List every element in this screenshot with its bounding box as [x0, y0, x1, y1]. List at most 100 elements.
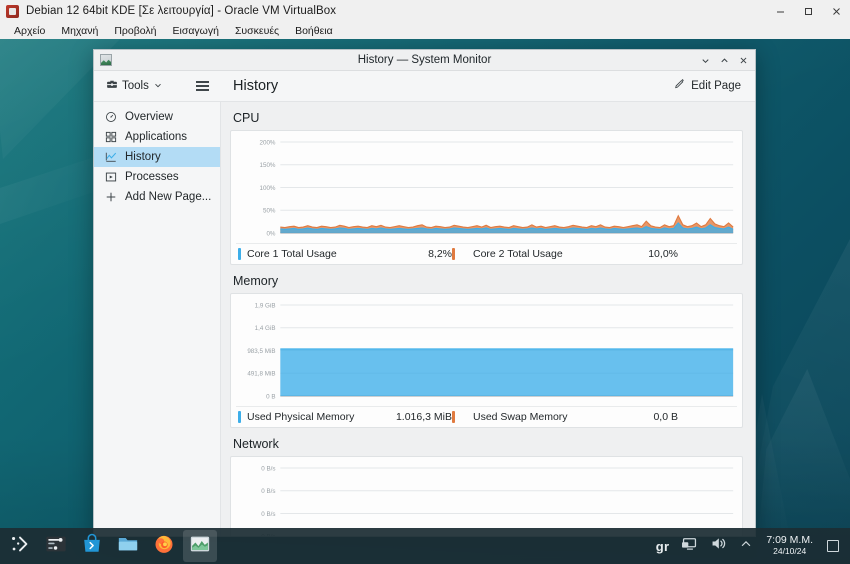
sidebar-item-add-new-page[interactable]: Add New Page... — [94, 187, 220, 207]
list-icon — [105, 171, 117, 183]
menu-item-devices[interactable]: Συσκευές — [227, 24, 287, 38]
pencil-icon — [674, 77, 686, 95]
taskbar-launchers — [0, 530, 218, 562]
series-area — [280, 349, 733, 396]
show-desktop-icon — [827, 540, 839, 552]
firefox-icon — [153, 533, 175, 560]
menu-item-machine[interactable]: Μηχανή — [53, 24, 106, 38]
tray-expand-button[interactable] — [733, 530, 759, 562]
system-monitor-icon — [189, 533, 211, 560]
legend-entry-core2: Core 2 Total Usage 10,0% — [452, 248, 678, 260]
clock[interactable]: 7:09 M.M. 24/10/24 — [759, 535, 820, 556]
sidebar-item-overview[interactable]: Overview — [94, 107, 220, 127]
sidebar-item-history[interactable]: History — [94, 147, 220, 167]
display-icon — [681, 535, 698, 557]
cpu-legend: Core 1 Total Usage 8,2% Core 2 Total Usa… — [236, 243, 737, 264]
system-tray: gr — [650, 530, 850, 562]
memory-legend: Used Physical Memory 1.016,3 MiB Used Sw… — [236, 406, 737, 427]
virtualbox-app-icon — [6, 5, 19, 18]
y-axis-tick-label: 50% — [263, 208, 276, 215]
virtualbox-close-button[interactable] — [822, 0, 850, 22]
virtualbox-minimize-button[interactable] — [766, 0, 794, 22]
file-manager-button[interactable] — [111, 530, 145, 562]
system-monitor-toolbar: Tools History — [94, 71, 755, 102]
volume-button[interactable] — [704, 530, 733, 562]
system-monitor-taskbar-button[interactable] — [183, 530, 217, 562]
sidebar-item-processes[interactable]: Processes — [94, 167, 220, 187]
system-monitor-app-icon — [100, 54, 112, 66]
legend-value: 8,2% — [382, 248, 452, 260]
y-axis-tick-label: 1,9 GiB — [255, 302, 276, 309]
y-axis-tick-label: 0% — [266, 230, 275, 237]
system-monitor-window-title: History — System Monitor — [94, 54, 755, 66]
cpu-card: 0%50%100%150%200% Core 1 Total Usage 8,2… — [230, 130, 743, 265]
display-button[interactable] — [675, 530, 704, 562]
legend-swatch — [452, 411, 455, 423]
toolbox-icon — [106, 77, 118, 95]
chevron-down-icon — [153, 77, 163, 95]
y-axis-tick-label: 983,5 MiB — [247, 348, 275, 355]
memory-graph-svg: 0 B 491,8 MiB 983,5 MiB 1,4 GiB 1,9 GiB — [236, 299, 737, 406]
sidebar-item-label: History — [125, 151, 161, 163]
y-axis-tick-label: 0 B — [266, 393, 275, 400]
sidebar-item-label: Applications — [125, 131, 187, 143]
menu-item-help[interactable]: Βοήθεια — [287, 24, 341, 38]
legend-value: 0,0 B — [598, 411, 678, 423]
software-store-icon — [81, 533, 103, 560]
cpu-graph: 0%50%100%150%200% — [236, 136, 737, 243]
sidebar-item-applications[interactable]: Applications — [94, 127, 220, 147]
chevron-up-icon — [739, 537, 753, 556]
plus-icon — [105, 191, 117, 203]
system-monitor-titlebar[interactable]: History — System Monitor — [94, 50, 755, 71]
network-graph-svg: 0 B/s0 B/s0 B/s0 B/s0 B/s — [236, 462, 737, 536]
minimize-button[interactable] — [696, 50, 715, 71]
y-axis-tick-label: 0 B/s — [261, 511, 275, 518]
clock-date: 24/10/24 — [773, 547, 806, 557]
virtualbox-window: Debian 12 64bit KDE [Σε λειτουργία] - Or… — [0, 0, 850, 564]
kde-taskbar: gr — [0, 528, 850, 564]
terminal-button[interactable] — [39, 530, 73, 562]
kde-application-launcher-button[interactable] — [3, 530, 37, 562]
legend-value: 1.016,3 MiB — [382, 411, 452, 423]
y-axis-tick-label: 0 B/s — [261, 465, 275, 472]
menu-item-input[interactable]: Εισαγωγή — [165, 24, 227, 38]
software-store-button[interactable] — [75, 530, 109, 562]
terminal-icon — [45, 533, 67, 560]
virtualbox-window-title: Debian 12 64bit KDE [Σε λειτουργία] - Or… — [26, 5, 336, 17]
legend-swatch — [238, 248, 241, 260]
legend-label: Core 1 Total Usage — [247, 248, 382, 260]
guest-desktop: History — System Monitor — [0, 39, 850, 564]
hamburger-menu-button[interactable] — [193, 78, 212, 94]
network-graph: 0 B/s0 B/s0 B/s0 B/s0 B/s — [236, 462, 737, 536]
menu-item-view[interactable]: Προβολή — [106, 24, 164, 38]
maximize-button[interactable] — [715, 50, 734, 71]
cpu-graph-svg: 0%50%100%150%200% — [236, 136, 737, 243]
legend-label: Core 2 Total Usage — [473, 248, 598, 260]
close-button[interactable] — [734, 50, 753, 71]
memory-card: 0 B 491,8 MiB 983,5 MiB 1,4 GiB 1,9 GiB Used… — [230, 293, 743, 428]
sidebar-item-label: Add New Page... — [125, 191, 211, 203]
kde-application-launcher-icon — [9, 533, 31, 560]
y-axis-tick-label: 100% — [259, 185, 275, 192]
system-monitor-window: History — System Monitor — [93, 49, 756, 537]
network-card: 0 B/s0 B/s0 B/s0 B/s0 B/s Download Rate … — [230, 456, 743, 536]
virtualbox-menubar: Αρχείο Μηχανή Προβολή Εισαγωγή Συσκευές … — [0, 22, 850, 39]
show-desktop-button[interactable] — [820, 530, 846, 562]
line-chart-icon — [105, 151, 117, 163]
section-memory: Memory 0 B491,8 MiB983,5 MiB1,4 GiB1,9 G… — [230, 274, 743, 428]
keyboard-layout-indicator[interactable]: gr — [650, 530, 676, 562]
y-axis-tick-label: 1,4 GiB — [255, 325, 276, 332]
menu-item-file[interactable]: Αρχείο — [6, 24, 53, 38]
legend-entry-core1: Core 1 Total Usage 8,2% — [238, 248, 452, 260]
toolbar-left-group: Tools — [94, 75, 221, 97]
y-axis-tick-label: 150% — [259, 162, 275, 169]
y-axis-tick-label: 491,8 MiB — [247, 371, 275, 378]
edit-page-button[interactable]: Edit Page — [670, 75, 745, 97]
section-title-cpu: CPU — [233, 111, 743, 125]
memory-graph: 0 B 491,8 MiB 983,5 MiB 1,4 GiB 1,9 GiB — [236, 299, 737, 406]
tools-button[interactable]: Tools — [102, 75, 167, 97]
grid-icon — [105, 131, 117, 143]
keyboard-layout-label: gr — [656, 539, 670, 554]
firefox-button[interactable] — [147, 530, 181, 562]
virtualbox-maximize-button[interactable] — [794, 0, 822, 22]
